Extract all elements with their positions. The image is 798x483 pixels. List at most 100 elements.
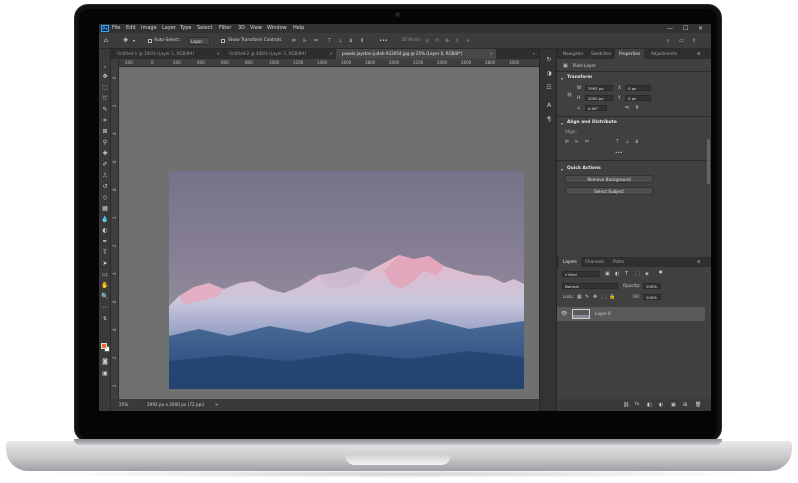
menu-window[interactable]: Window bbox=[267, 24, 287, 33]
new-layer-icon[interactable]: ⊞ bbox=[683, 401, 687, 409]
3d-scale-icon[interactable]: ⇲ bbox=[465, 37, 469, 45]
3d-slide-icon[interactable]: ⇕ bbox=[455, 37, 459, 45]
eraser-tool-icon[interactable]: ◇ bbox=[100, 193, 110, 203]
rectangle-tool-icon[interactable]: ▭ bbox=[100, 270, 110, 280]
filter-type-icon[interactable]: T bbox=[625, 271, 628, 277]
workspace-icon[interactable]: ▭ bbox=[679, 37, 684, 45]
layer-mask-icon[interactable]: ◧ bbox=[647, 401, 652, 409]
tab-properties[interactable]: Properties bbox=[615, 49, 645, 59]
panel-menu-icon[interactable]: ≡ bbox=[693, 49, 705, 59]
hand-tool-icon[interactable]: ✋ bbox=[100, 281, 110, 291]
healing-brush-tool-icon[interactable]: ✚ bbox=[100, 149, 110, 159]
flip-horizontal-icon[interactable]: ⇋ bbox=[625, 105, 629, 111]
lock-position-icon[interactable]: ✥ bbox=[593, 294, 597, 300]
more-tools-icon[interactable]: ⋯ bbox=[100, 303, 110, 313]
fx-icon[interactable]: fx bbox=[635, 401, 639, 409]
align-left-icon[interactable]: ⊫ bbox=[292, 37, 296, 45]
tab-layers[interactable]: Layers bbox=[559, 257, 581, 267]
clone-stamp-tool-icon[interactable]: ⎍ bbox=[100, 171, 110, 181]
filter-toggle-icon[interactable]: ● bbox=[659, 269, 663, 275]
close-icon[interactable]: × bbox=[330, 49, 333, 59]
filter-shape-icon[interactable]: ⬚ bbox=[635, 271, 640, 277]
menu-help[interactable]: Help bbox=[293, 24, 304, 33]
trash-icon[interactable]: 🗑 bbox=[695, 401, 701, 409]
tab-adjustments[interactable]: Adjustments bbox=[647, 49, 681, 59]
opacity-field[interactable]: 100% bbox=[643, 283, 661, 289]
menu-type[interactable]: Type bbox=[180, 24, 191, 33]
flip-vertical-icon[interactable]: ⥮ bbox=[635, 105, 639, 111]
maximize-icon[interactable]: ☐ bbox=[683, 24, 688, 33]
align-bottom-edges-icon[interactable]: ⫫ bbox=[635, 139, 638, 145]
share-icon[interactable]: ⇪ bbox=[692, 37, 696, 45]
align-left-edges-icon[interactable]: ⊫ bbox=[565, 139, 569, 145]
gradient-tool-icon[interactable]: ▦ bbox=[100, 204, 110, 214]
more-options-icon[interactable]: ••• bbox=[615, 150, 622, 156]
auto-select-target-dropdown[interactable]: Layer bbox=[188, 37, 210, 45]
tab-pexels-image[interactable]: pexels-joyston-judah-933054.jpg @ 25% (L… bbox=[336, 49, 496, 59]
move-tool-icon[interactable]: ✥ bbox=[100, 72, 110, 82]
align-center-icon[interactable]: ⊩ bbox=[303, 37, 307, 45]
panel-menu-icon[interactable]: ≡ bbox=[693, 257, 705, 267]
menu-view[interactable]: View bbox=[250, 24, 262, 33]
dropdown-arrow-icon[interactable]: ▾ bbox=[133, 37, 135, 45]
y-field[interactable]: 0 px bbox=[625, 95, 651, 101]
character-icon[interactable]: A bbox=[544, 101, 554, 111]
status-menu-arrow[interactable]: > bbox=[215, 399, 219, 411]
close-icon[interactable]: ✕ bbox=[698, 24, 703, 33]
layer-filter-kind[interactable]: ⌕ Kind bbox=[562, 271, 600, 277]
link-icon[interactable]: ⛓ bbox=[567, 92, 572, 98]
menu-image[interactable]: Image bbox=[141, 24, 157, 33]
tab-untitled-2[interactable]: Untitled-2 @ 400% (Layer 3, RGB/8#) × bbox=[223, 49, 336, 59]
tab-channels[interactable]: Channels bbox=[581, 257, 608, 267]
align-top-edges-icon[interactable]: ⊤ bbox=[615, 139, 619, 145]
menu-layer[interactable]: Layer bbox=[162, 24, 176, 33]
filter-pixel-icon[interactable]: ▣ bbox=[605, 271, 610, 277]
angle-field[interactable]: 0.00° bbox=[585, 105, 607, 111]
tab-untitled-1[interactable]: Untitled-1 @ 100% (Layer 1, RGB/8#) × bbox=[111, 49, 223, 59]
photoshop-app-icon[interactable]: Ps bbox=[101, 25, 109, 32]
move-tool-icon[interactable]: ✥ bbox=[123, 37, 128, 45]
lock-pixels-icon[interactable]: ✎ bbox=[585, 294, 589, 300]
type-tool-icon[interactable]: T bbox=[100, 248, 110, 258]
width-field[interactable]: 2992 px bbox=[585, 85, 613, 91]
document-canvas[interactable] bbox=[119, 67, 539, 399]
paragraph-icon[interactable]: ¶ bbox=[544, 115, 554, 125]
pen-tool-icon[interactable]: ✒ bbox=[100, 237, 110, 247]
blend-mode-dropdown[interactable]: Normal bbox=[562, 283, 618, 289]
mountain-photo[interactable] bbox=[169, 171, 524, 389]
adjustment-layer-icon[interactable]: ◐ bbox=[659, 401, 663, 409]
menu-3d[interactable]: 3D bbox=[238, 24, 245, 33]
chevron-down-icon[interactable]: ▾ bbox=[561, 121, 563, 127]
eyedropper-tool-icon[interactable]: ⚲ bbox=[100, 138, 110, 148]
menu-edit[interactable]: Edit bbox=[126, 24, 136, 33]
chevron-down-icon[interactable]: ▾ bbox=[561, 76, 563, 82]
3d-orbit-icon[interactable]: ◎ bbox=[425, 37, 429, 45]
more-options-icon[interactable]: ••• bbox=[379, 37, 388, 45]
3d-pan-icon[interactable]: ✥ bbox=[445, 37, 449, 45]
filter-smart-icon[interactable]: ◈ bbox=[645, 271, 649, 277]
align-bottom-icon[interactable]: ⫫ bbox=[349, 37, 352, 45]
close-icon[interactable]: × bbox=[490, 49, 493, 59]
fill-field[interactable]: 100% bbox=[643, 294, 661, 300]
foreground-color-swatch[interactable] bbox=[101, 343, 107, 349]
tab-swatches[interactable]: Swatches bbox=[587, 49, 615, 59]
show-transform-checkbox[interactable] bbox=[221, 39, 225, 43]
zoom-tool-icon[interactable]: 🔍 bbox=[100, 292, 110, 302]
tab-paths[interactable]: Paths bbox=[609, 257, 628, 267]
align-right-edges-icon[interactable]: ⊨ bbox=[585, 139, 589, 145]
minimize-icon[interactable]: — bbox=[667, 24, 673, 33]
color-icon[interactable]: ◑ bbox=[544, 69, 554, 79]
distribute-icon[interactable]: ⦀ bbox=[361, 37, 363, 45]
lock-transparent-icon[interactable]: ▦ bbox=[577, 294, 582, 300]
tab-navigator[interactable]: Navigator bbox=[559, 49, 588, 59]
x-field[interactable]: 0 px bbox=[625, 85, 651, 91]
history-brush-tool-icon[interactable]: ↺ bbox=[100, 182, 110, 192]
eye-icon[interactable]: 👁 bbox=[561, 311, 567, 317]
marquee-tool-icon[interactable]: ⬚ bbox=[100, 83, 110, 93]
auto-select-checkbox[interactable] bbox=[148, 39, 152, 43]
group-icon[interactable]: ▣ bbox=[671, 401, 676, 409]
crop-tool-icon[interactable]: ⌗ bbox=[100, 116, 110, 126]
align-vertical-centers-icon[interactable]: ⊥ bbox=[625, 139, 629, 145]
align-middle-icon[interactable]: ⊥ bbox=[338, 37, 342, 45]
layer-name[interactable]: Layer 0 bbox=[595, 311, 611, 317]
